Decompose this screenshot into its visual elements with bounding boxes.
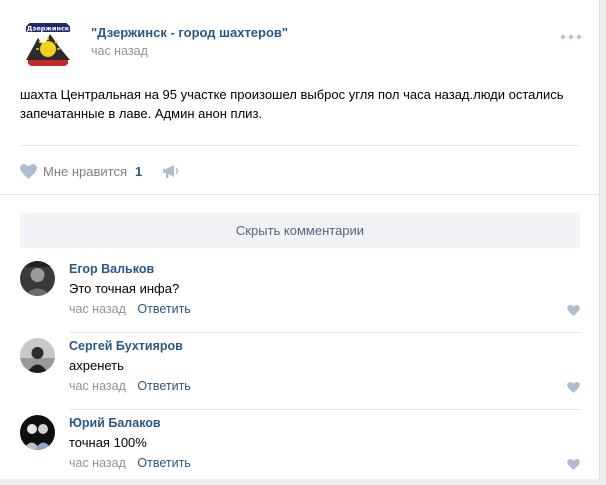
comment-item: Юрий Балаков точная 100% час назад Ответ… xyxy=(20,415,590,485)
reply-link[interactable]: Ответить xyxy=(137,379,190,393)
comment-text: Это точная инфа? xyxy=(69,281,180,296)
comment-timestamp[interactable]: час назад xyxy=(69,379,126,393)
commenter-avatar[interactable] xyxy=(20,415,55,450)
group-name-link[interactable]: "Дзержинск - город шахтеров" xyxy=(91,25,288,40)
group-avatar[interactable]: Дзержинск xyxy=(20,16,76,72)
commenter-avatar[interactable] xyxy=(20,261,55,296)
heart-icon[interactable] xyxy=(567,459,580,470)
comment-item: Сергей Бухтияров ахренеть час назад Отве… xyxy=(20,338,590,410)
svg-text:Дзержинск: Дзержинск xyxy=(27,25,70,33)
comments-section-divider xyxy=(0,194,600,195)
post-text: шахта Центральная на 95 участке произоше… xyxy=(20,87,564,121)
comment-author-link[interactable]: Сергей Бухтияров xyxy=(69,339,183,353)
comment-item: Егор Вальков Это точная инфа? час назад … xyxy=(20,261,590,333)
comment-author-link[interactable]: Егор Вальков xyxy=(69,262,154,276)
megaphone-icon[interactable] xyxy=(162,163,180,179)
comment-text: ахренеть xyxy=(69,358,124,373)
heart-icon xyxy=(20,163,37,179)
post-card: Дзержинск "Дзержинск - город шахтеров" ч… xyxy=(0,0,600,479)
comment-meta: час назад Ответить xyxy=(69,379,191,393)
comment-divider xyxy=(69,409,581,410)
comment-timestamp[interactable]: час назад xyxy=(69,456,126,470)
comment-author-link[interactable]: Юрий Балаков xyxy=(69,416,161,430)
avatar-photo xyxy=(20,338,55,373)
post-actions: Мне нравится 1 xyxy=(20,161,180,181)
comment-meta: час назад Ответить xyxy=(69,302,191,316)
post-timestamp[interactable]: час назад xyxy=(91,44,148,58)
hide-comments-button[interactable]: Скрыть комментарии xyxy=(20,213,580,248)
like-count: 1 xyxy=(135,163,143,179)
commenter-avatar[interactable] xyxy=(20,338,55,373)
like-label: Мне нравится xyxy=(43,163,128,179)
avatar-photo xyxy=(20,415,55,450)
comment-divider xyxy=(69,332,581,333)
avatar-photo xyxy=(20,261,55,296)
comment-text: точная 100% xyxy=(69,435,147,450)
like-button[interactable]: Мне нравится 1 xyxy=(20,164,142,179)
comment-meta: час назад Ответить xyxy=(69,456,191,470)
group-logo: Дзержинск xyxy=(21,17,75,71)
heart-icon[interactable] xyxy=(567,382,580,393)
reply-link[interactable]: Ответить xyxy=(137,302,190,316)
heart-icon[interactable] xyxy=(567,305,580,316)
reply-link[interactable]: Ответить xyxy=(137,456,190,470)
comment-timestamp[interactable]: час назад xyxy=(69,302,126,316)
post-divider xyxy=(20,145,580,146)
post-header: Дзержинск "Дзержинск - город шахтеров" ч… xyxy=(20,16,590,72)
more-dots-icon[interactable] xyxy=(560,32,582,42)
